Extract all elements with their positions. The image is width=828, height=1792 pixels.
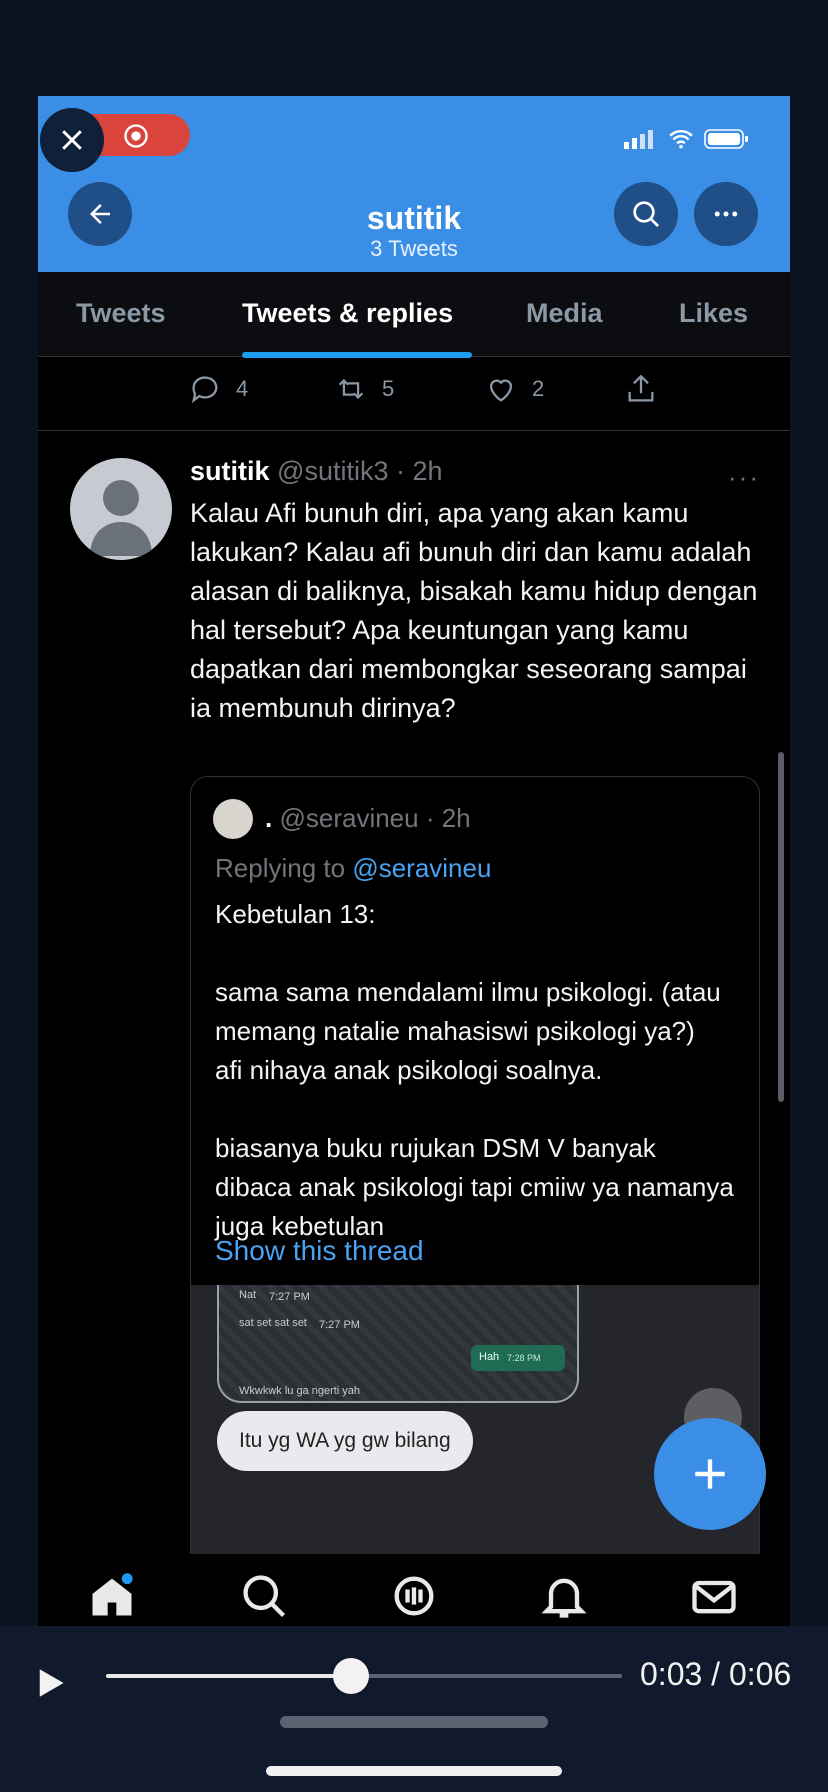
share-action[interactable] <box>624 372 658 406</box>
tweet-more-icon[interactable]: ··· <box>728 462 760 493</box>
quoted-header: . @seravineu · 2h <box>265 803 471 834</box>
chat-time: 7:27 PM <box>319 1319 360 1331</box>
chat-bubble: Itu yg WA yg gw bilang <box>217 1411 473 1471</box>
tab-tweets[interactable]: Tweets <box>76 298 166 329</box>
quoted-avatar <box>213 799 253 839</box>
share-icon <box>628 374 654 402</box>
reply-action[interactable]: 4 <box>188 372 248 406</box>
battery-icon <box>704 129 748 149</box>
search-icon[interactable] <box>238 1570 290 1622</box>
avatar[interactable] <box>70 458 172 560</box>
retweet-icon <box>338 378 364 400</box>
mail-icon[interactable] <box>688 1570 740 1622</box>
close-button[interactable] <box>40 108 104 172</box>
previous-tweet-actions: 4 5 2 <box>38 358 790 431</box>
heart-icon <box>489 379 513 402</box>
home-indicator[interactable] <box>266 1766 562 1776</box>
reply-icon <box>191 376 218 404</box>
more-button[interactable] <box>694 182 758 246</box>
like-action[interactable]: 2 <box>484 372 544 406</box>
search-button[interactable] <box>614 182 678 246</box>
status-bar-icons <box>624 128 750 150</box>
video-player-controls: 0:03 / 0:06 <box>0 1626 828 1792</box>
chat-screenshot: Nat 7:27 PM sat set sat set 7:27 PM Hah … <box>217 1285 579 1403</box>
tweet-header: sutitik @sutitik3 · 2h <box>190 456 443 487</box>
app-frame: sutitik 3 Tweets Tweets Tweets & replies… <box>38 96 790 1626</box>
retweet-count: 5 <box>382 376 395 401</box>
replying-to-mention[interactable]: @seravineu <box>352 853 491 883</box>
reply-count: 4 <box>236 376 249 401</box>
tab-tweets-replies[interactable]: Tweets & replies <box>242 298 453 329</box>
chat-line: sat set sat set <box>239 1317 307 1329</box>
retweet-action[interactable]: 5 <box>334 372 394 406</box>
bell-icon[interactable] <box>538 1570 590 1622</box>
spaces-icon[interactable] <box>388 1570 440 1622</box>
scrollbar[interactable] <box>778 752 784 1102</box>
play-icon[interactable] <box>36 1666 66 1700</box>
replying-to-prefix: Replying to <box>215 853 346 883</box>
quoted-text: Kebetulan 13: sama sama mendalami ilmu p… <box>215 899 734 1241</box>
compose-tweet-button[interactable] <box>654 1418 766 1530</box>
home-icon[interactable] <box>86 1570 138 1622</box>
quoted-author-name: . <box>265 803 273 833</box>
seek-knob[interactable] <box>333 1658 370 1694</box>
show-thread-link[interactable]: Show this thread <box>215 1235 424 1267</box>
tab-media[interactable]: Media <box>526 298 603 329</box>
tweet-handle-time: @sutitik3 · 2h <box>277 456 443 486</box>
close-icon <box>62 130 82 150</box>
quoted-handle-time: @seravineu · 2h <box>279 803 471 833</box>
chat-line: Hah <box>479 1351 500 1363</box>
profile-tabs: Tweets Tweets & replies Media Likes <box>38 272 790 357</box>
wifi-icon <box>669 130 693 149</box>
chat-line: Wkwkwk lu ga ngerti yah <box>239 1385 361 1397</box>
tab-likes[interactable]: Likes <box>679 298 748 329</box>
horizontal-scroll-indicator <box>280 1716 548 1728</box>
signal-icon <box>624 130 653 149</box>
tweet-text: Kalau Afi bunuh diri, apa yang akan kamu… <box>190 498 758 723</box>
default-avatar-icon <box>90 480 152 556</box>
chat-time: 7:27 PM <box>269 1291 310 1303</box>
record-icon <box>124 124 148 148</box>
chat-bubble: Hah 7:28 PM <box>471 1345 565 1371</box>
seek-progress <box>106 1674 352 1678</box>
replying-to: Replying to @seravineu <box>215 853 491 884</box>
tweet-count: 3 Tweets <box>370 236 458 261</box>
like-count: 2 <box>532 376 545 401</box>
chat-time: 7:28 PM <box>507 1353 541 1363</box>
playback-time: 0:03 / 0:06 <box>640 1656 792 1692</box>
search-icon <box>633 201 659 227</box>
more-icon <box>714 211 738 217</box>
tweet-author-name[interactable]: sutitik <box>190 456 270 486</box>
plus-icon <box>695 1459 725 1489</box>
bottom-nav <box>38 1554 790 1626</box>
chat-line: Nat <box>239 1289 257 1301</box>
